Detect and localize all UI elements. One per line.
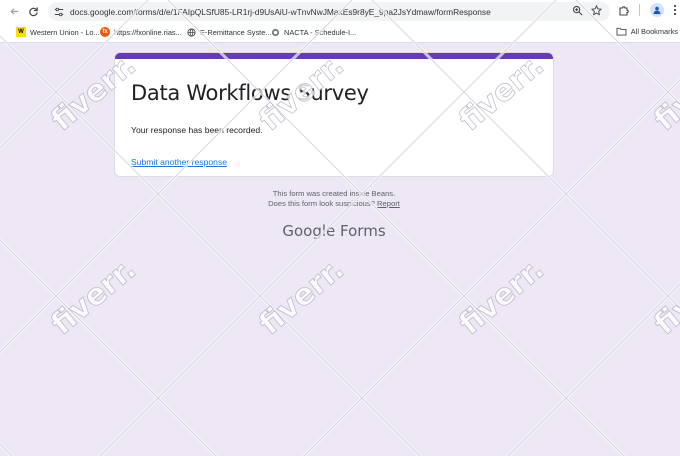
zoom-icon[interactable] <box>572 5 583 16</box>
reload-icon <box>28 6 38 16</box>
bookmark-nacta[interactable]: NACTA - Schedule-I... <box>270 27 356 37</box>
profile-icon <box>653 6 661 14</box>
bookmark-e-remittance[interactable]: E-Remittance Syste... <box>186 27 271 37</box>
google-forms-logo: Google Forms <box>114 222 554 240</box>
card-accent-bar <box>115 53 553 59</box>
form-title: Data Workflows Survey <box>131 81 369 105</box>
report-link[interactable]: Report <box>377 199 400 208</box>
bookmark-label: Western Union - Lo... <box>30 27 100 37</box>
western-union-icon: W <box>16 27 26 37</box>
suspicious-text: Does this form look suspicious? <box>268 199 375 208</box>
back-button[interactable] <box>5 2 23 20</box>
address-bar[interactable]: docs.google.com/forms/d/e/1FAIpQLSfU85-L… <box>48 2 610 21</box>
url-text: docs.google.com/forms/d/e/1FAIpQLSfU85-L… <box>70 6 491 17</box>
globe-icon <box>186 27 196 37</box>
tune-icon[interactable] <box>54 7 64 17</box>
footer-suspicious-note: Does this form look suspicious? Report <box>114 199 554 208</box>
form-page: Data Workflows Survey Your response has … <box>0 43 680 456</box>
bookmarks-bar: W Western Union - Lo... fx https://fxonl… <box>0 23 680 43</box>
confirmation-message: Your response has been recorded. <box>131 125 263 135</box>
star-icon[interactable] <box>591 5 602 16</box>
kebab-menu-icon[interactable] <box>673 4 677 16</box>
all-bookmarks-button[interactable]: All Bookmarks <box>616 27 678 36</box>
footer-created-note: This form was created inside Beans. <box>272 189 396 198</box>
reload-button[interactable] <box>24 2 42 20</box>
bookmark-label: E-Remittance Syste... <box>200 27 272 37</box>
forms-wordmark: Forms <box>340 222 386 240</box>
all-bookmarks-label: All Bookmarks <box>630 27 678 36</box>
bookmark-western-union[interactable]: W Western Union - Lo... <box>16 27 100 37</box>
arrow-left-icon <box>9 7 18 15</box>
bookmark-label: https://fxonline.rias... <box>114 27 182 37</box>
puzzle-icon[interactable] <box>618 4 630 16</box>
google-wordmark: Google <box>282 222 336 240</box>
folder-icon <box>616 27 627 36</box>
bookmark-label: NACTA - Schedule-I... <box>284 27 357 37</box>
fx-icon: fx <box>100 27 110 37</box>
nacta-icon <box>270 27 280 37</box>
divider-icon <box>639 4 640 16</box>
bookmark-fxonline[interactable]: fx https://fxonline.rias... <box>100 27 182 37</box>
browser-toolbar: docs.google.com/forms/d/e/1FAIpQLSfU85-L… <box>0 0 680 23</box>
confirmation-card: Data Workflows Survey Your response has … <box>114 52 554 177</box>
profile-button[interactable] <box>650 3 664 17</box>
submit-another-link[interactable]: Submit another response <box>131 157 227 167</box>
